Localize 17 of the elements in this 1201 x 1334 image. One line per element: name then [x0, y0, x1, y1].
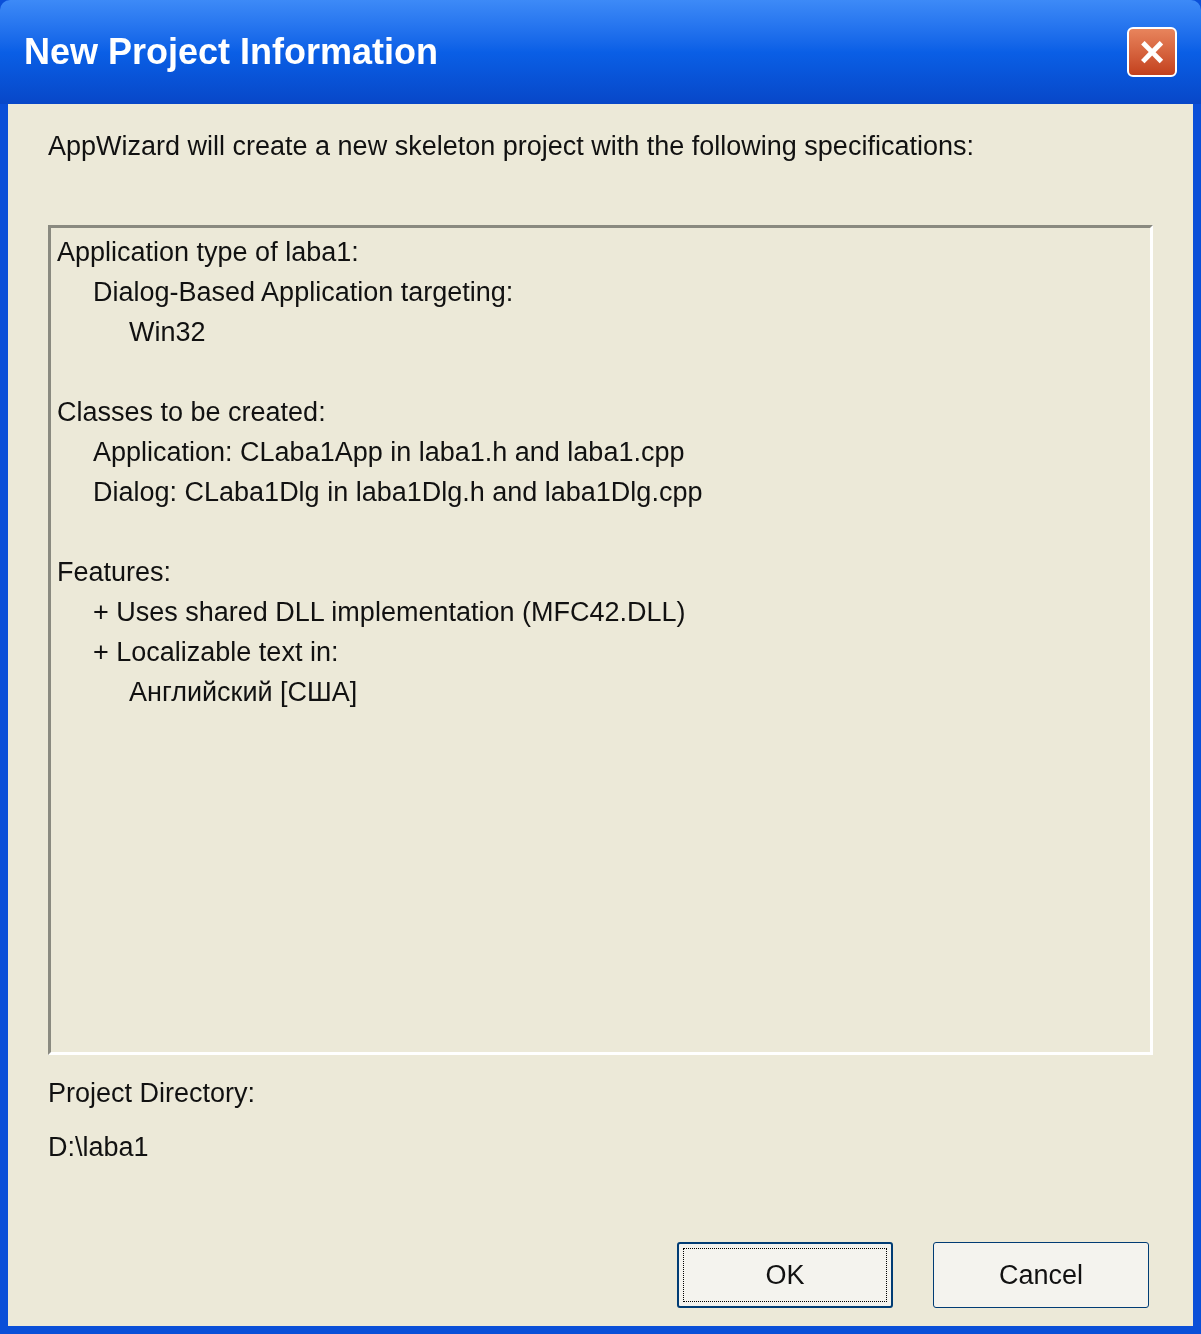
window-title: New Project Information — [24, 30, 439, 74]
intro-text: AppWizard will create a new skeleton project with the following specifications: — [48, 130, 975, 163]
spec-line: + Uses shared DLL implementation (MFC42.DLL) — [92, 595, 687, 629]
spec-line: + Localizable text in: — [92, 635, 340, 669]
cancel-button[interactable]: Cancel — [933, 1242, 1149, 1308]
project-directory-value: D:\laba1 — [48, 1131, 150, 1164]
project-directory-label: Project Directory: — [48, 1076, 257, 1110]
spec-line: Application type of laba1: — [57, 235, 360, 269]
spec-line: Features: — [57, 555, 173, 589]
spec-line: Dialog: CLaba1Dlg in laba1Dlg.h and laba1Dlg.cpp — [92, 475, 704, 509]
spec-line: Английский [США] — [128, 675, 359, 709]
ok-button[interactable]: OK — [677, 1242, 893, 1308]
spec-line: Application: CLaba1App in laba1.h and laba1.cpp — [92, 435, 686, 469]
close-button[interactable]: × — [1127, 27, 1177, 77]
spec-line: Classes to be created: — [57, 395, 327, 429]
spec-line: Win32 — [128, 315, 207, 349]
spec-line: Dialog-Based Application targeting: — [92, 275, 515, 309]
